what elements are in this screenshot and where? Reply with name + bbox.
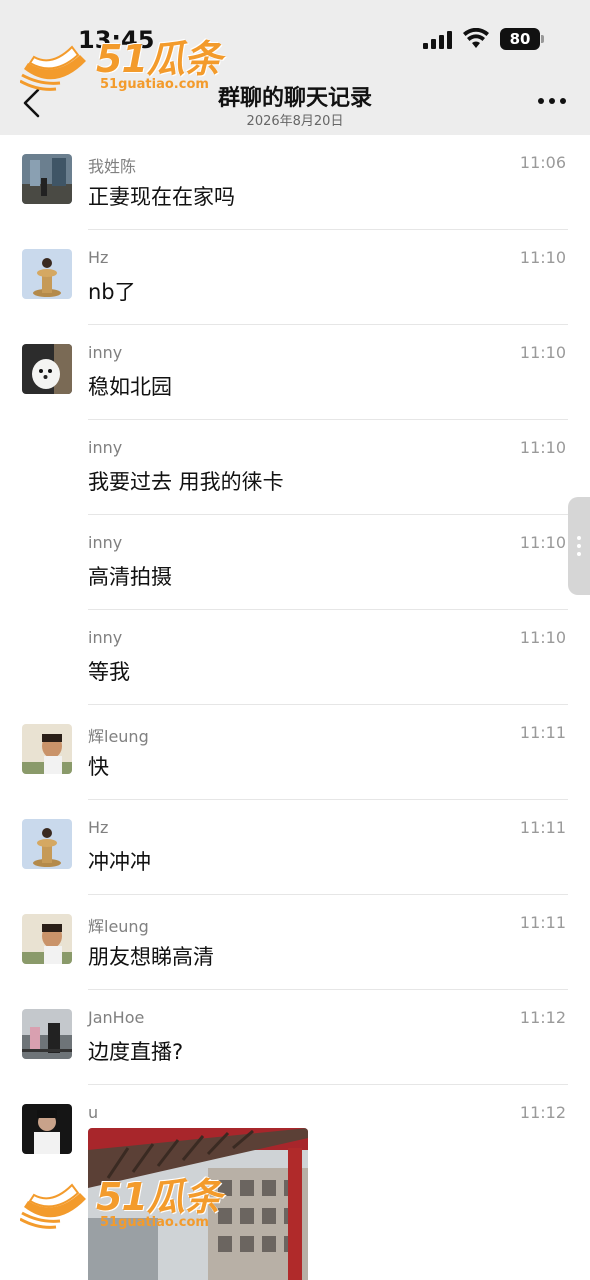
sender-name: 辉leung <box>88 727 149 746</box>
avatar[interactable] <box>22 249 72 299</box>
message-time: 11:10 <box>519 438 566 457</box>
side-drawer-handle[interactable] <box>568 497 590 595</box>
avatar[interactable] <box>22 1104 72 1154</box>
more-options-icon[interactable] <box>538 98 566 104</box>
message-time: 11:10 <box>519 343 566 362</box>
sender-name: inny <box>88 343 123 362</box>
message-text: 我要过去 用我的徕卡 <box>88 470 284 494</box>
message-text: 朋友想睇高清 <box>88 945 214 969</box>
chat-history-screen: 13:45 80 群聊的聊天记录 2026年8月20日 51瓜条 51guati… <box>0 0 590 1280</box>
message-row[interactable]: JanHoe 11:12 边度直播? <box>0 990 590 1085</box>
sender-name: 辉leung <box>88 917 149 936</box>
message-row[interactable]: inny 11:10 等我 <box>0 610 590 705</box>
message-text: 边度直播? <box>88 1040 184 1064</box>
watermark-logo: 51瓜条 51guatiao.com <box>20 40 222 91</box>
message-text: 高清拍摄 <box>88 565 172 589</box>
status-icons: 80 <box>423 28 544 50</box>
avatar[interactable] <box>22 819 72 869</box>
message-text: 等我 <box>88 660 130 684</box>
sender-name: Hz <box>88 248 109 267</box>
battery-icon: 80 <box>500 28 544 50</box>
message-text: 冲冲冲 <box>88 850 151 874</box>
message-time: 11:10 <box>519 248 566 267</box>
watermelon-logo-icon <box>20 44 86 91</box>
message-time: 11:10 <box>519 533 566 552</box>
avatar[interactable] <box>22 1009 72 1059</box>
message-row[interactable]: 辉leung 11:11 快 <box>0 705 590 800</box>
avatar[interactable] <box>22 914 72 964</box>
message-row[interactable]: inny 11:10 稳如北园 <box>0 325 590 420</box>
page-subtitle-date: 2026年8月20日 <box>246 114 344 129</box>
signal-icon <box>423 29 452 49</box>
watermelon-logo-icon <box>20 1182 86 1229</box>
avatar[interactable] <box>22 154 72 204</box>
message-text: 正妻现在在家吗 <box>88 185 235 209</box>
message-row[interactable]: Hz 11:11 冲冲冲 <box>0 800 590 895</box>
message-row[interactable]: 我姓陈 11:06 正妻现在在家吗 <box>0 135 590 230</box>
sender-name: inny <box>88 438 123 457</box>
message-time: 11:06 <box>519 153 566 172</box>
sender-name: JanHoe <box>88 1008 145 1027</box>
message-row[interactable]: inny 11:10 我要过去 用我的徕卡 <box>0 420 590 515</box>
message-time: 11:11 <box>519 913 566 932</box>
message-row[interactable]: Hz 11:10 nb了 <box>0 230 590 325</box>
wifi-icon <box>463 28 489 48</box>
message-text: 稳如北园 <box>88 375 172 399</box>
sender-name: inny <box>88 628 123 647</box>
avatar[interactable] <box>22 724 72 774</box>
sender-name: Hz <box>88 818 109 837</box>
message-time: 11:11 <box>519 723 566 742</box>
message-time: 11:12 <box>519 1103 566 1122</box>
message-row[interactable]: inny 11:10 高清拍摄 <box>0 515 590 610</box>
message-time: 11:11 <box>519 818 566 837</box>
watermark-logo: 51瓜条 51guatiao.com <box>20 1178 222 1229</box>
message-text: 快 <box>88 755 109 779</box>
message-time: 11:12 <box>519 1008 566 1027</box>
sender-name: inny <box>88 533 123 552</box>
sender-name: 我姓陈 <box>88 157 137 176</box>
sender-name: u <box>88 1103 99 1122</box>
avatar[interactable] <box>22 344 72 394</box>
message-text: nb了 <box>88 280 136 304</box>
message-time: 11:10 <box>519 628 566 647</box>
message-row[interactable]: 辉leung 11:11 朋友想睇高清 <box>0 895 590 990</box>
